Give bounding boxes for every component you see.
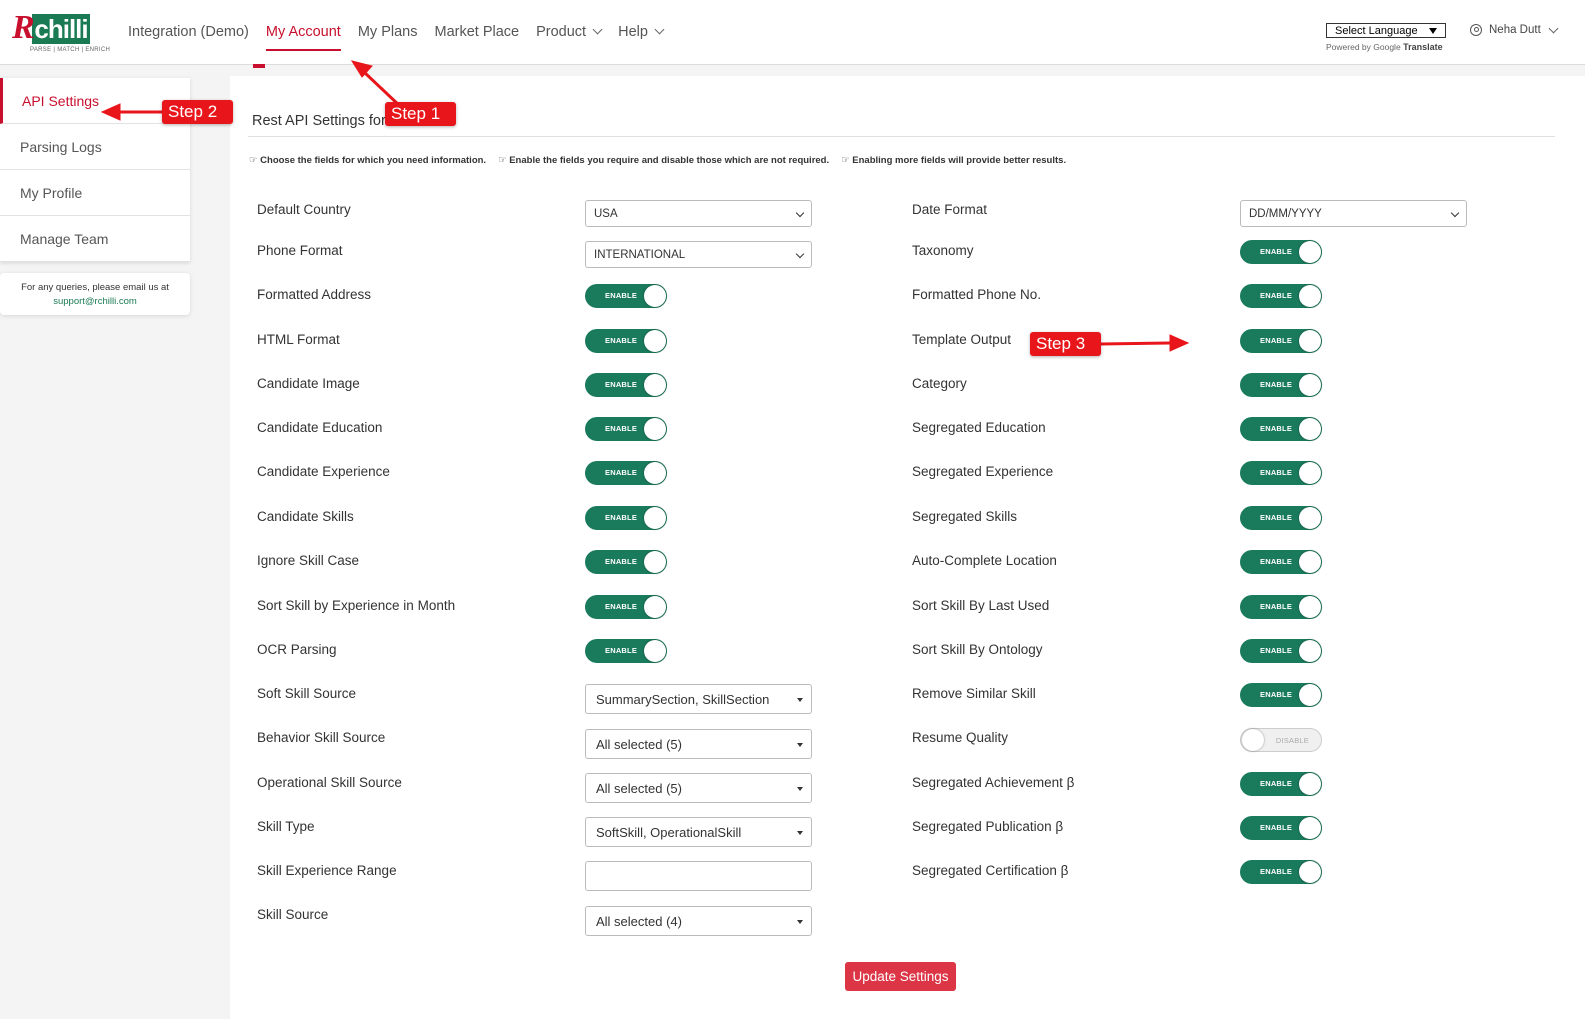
callout-step-2: Step 2 xyxy=(162,100,234,124)
callout-step-3: Step 3 xyxy=(1030,332,1102,356)
callout-step-1: Step 1 xyxy=(385,102,457,126)
annotation-arrows xyxy=(100,60,1190,352)
